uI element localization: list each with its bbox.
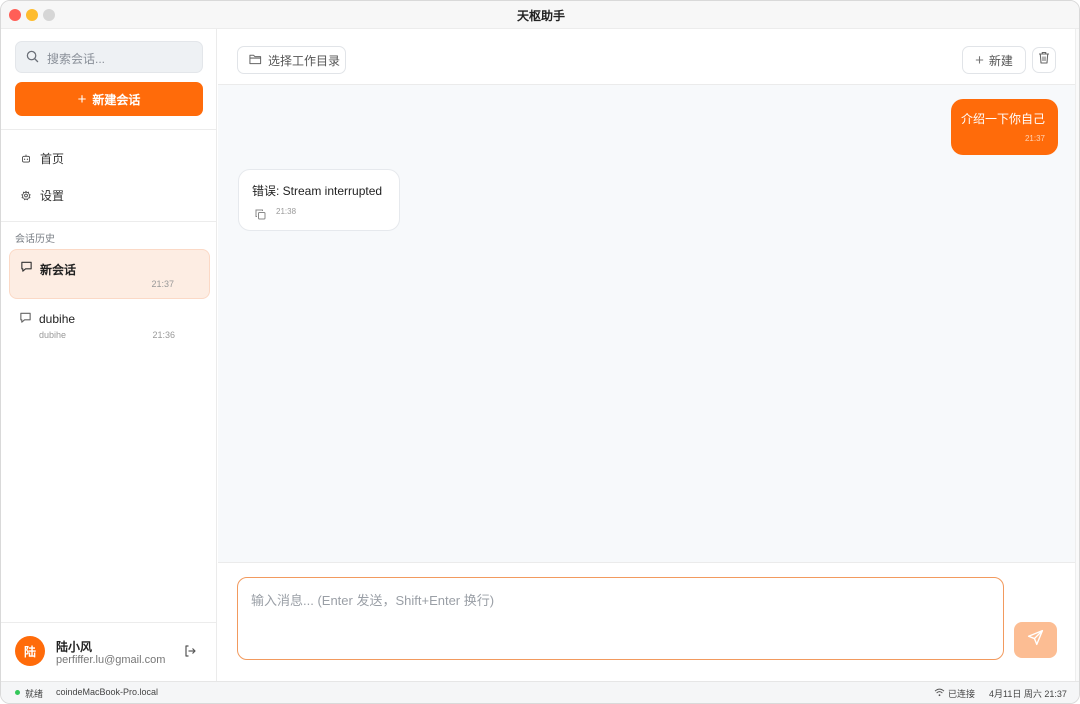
conversation-item-active[interactable]: 新会话 21:37 (9, 249, 210, 299)
send-button[interactable] (1014, 622, 1057, 658)
new-button[interactable]: + 新建 (962, 46, 1026, 74)
status-text: 就绪 (25, 689, 44, 699)
message-text: 介绍一下你自己 (960, 112, 1045, 126)
conversation-time: 21:36 (152, 330, 175, 340)
divider (1, 129, 216, 130)
status-indicator (15, 690, 20, 695)
assistant-message: 错误: Stream interrupted 21:38 (238, 169, 400, 231)
gear-icon (15, 189, 31, 202)
user-message: 介绍一下你自己 21:37 (951, 99, 1058, 155)
conversation-title: 新会话 (40, 263, 77, 277)
search-box[interactable]: 搜索会话... (15, 41, 203, 73)
chat-bubble-icon (20, 260, 33, 278)
conversation-preview: dubihe (39, 330, 67, 340)
chat-area: 选择工作目录 + 新建 介绍一下你自己 21:37 错误: Stream int… (218, 29, 1075, 681)
chat-toolbar: 选择工作目录 + 新建 (218, 29, 1075, 85)
new-chat-label: 新建会话 (92, 92, 141, 107)
message-time: 21:37 (1024, 134, 1045, 143)
app-window: 天枢助手 搜索会话... + 新建会话 首页 设置 会话历史 新会话 21:37… (0, 0, 1080, 704)
bot-icon (15, 152, 31, 165)
new-button-label: 新建 (988, 53, 1013, 68)
datetime: 4月11日 周六 21:37 (989, 689, 1067, 699)
select-directory-button[interactable]: 选择工作目录 (237, 46, 346, 74)
message-time: 21:38 (276, 207, 297, 216)
conversation-title: dubihe (39, 312, 76, 326)
composer (218, 562, 1075, 681)
history-section-label: 会话历史 (15, 234, 55, 245)
window-title: 天枢助手 (516, 9, 565, 23)
conversation-time: 21:37 (151, 279, 174, 289)
user-email: perfiffer.lu@gmail.com (56, 654, 166, 666)
search-input[interactable]: 搜索会话... (47, 50, 105, 67)
sidebar: 搜索会话... + 新建会话 首页 设置 会话历史 新会话 21:37 dubi… (1, 29, 217, 681)
nav-item-settings[interactable]: 设置 (15, 180, 205, 210)
nav-item-settings-label: 设置 (40, 188, 65, 203)
connection-status: 已连接 (934, 687, 975, 700)
trash-icon (1038, 51, 1050, 69)
logout-icon[interactable] (183, 644, 197, 663)
send-icon (1027, 629, 1044, 651)
user-name: 陆小风 (56, 640, 93, 654)
message-input-box[interactable] (237, 577, 1004, 660)
plus-icon: + (77, 90, 87, 108)
message-input[interactable] (238, 578, 1003, 659)
status-bar: 就绪 coindeMacBook-Pro.local 已连接 4月11日 周六 … (1, 681, 1079, 703)
chat-bubble-icon (19, 311, 32, 329)
wifi-icon (934, 688, 945, 699)
title-bar: 天枢助手 (1, 1, 1079, 29)
folder-icon (249, 53, 262, 68)
connection-text: 已连接 (948, 689, 976, 699)
copy-icon[interactable] (255, 207, 266, 225)
avatar[interactable]: 陆 (15, 636, 45, 666)
select-directory-label: 选择工作目录 (268, 53, 341, 68)
nav-item-home[interactable]: 首页 (15, 143, 205, 173)
new-chat-button[interactable]: + 新建会话 (15, 82, 203, 116)
divider (1, 622, 216, 623)
plus-icon: + (975, 51, 984, 69)
conversation-item[interactable]: dubihe dubihe 21:36 (9, 301, 210, 351)
window-edge (1075, 29, 1079, 681)
message-text: 错误: Stream interrupted (252, 184, 383, 198)
host-name: coindeMacBook-Pro.local (56, 687, 159, 697)
divider (1, 221, 216, 222)
nav-item-home-label: 首页 (40, 151, 65, 166)
delete-button[interactable] (1032, 47, 1056, 73)
search-icon (26, 50, 39, 68)
